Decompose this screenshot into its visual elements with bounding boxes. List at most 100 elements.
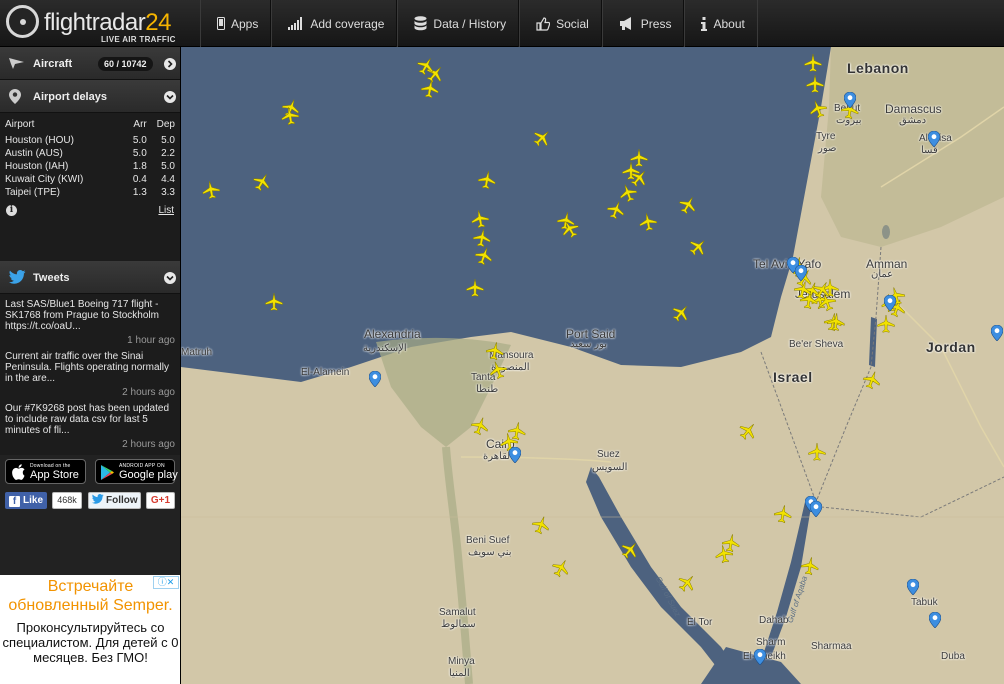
map-place-label: Samalut xyxy=(439,607,476,618)
delay-dep-cell: 5.0 xyxy=(161,135,175,146)
info-icon xyxy=(701,16,708,31)
facebook-like-label: Like xyxy=(23,495,44,506)
airport-marker-icon[interactable] xyxy=(368,370,382,388)
delay-row[interactable]: Taipei (TPE) 1.3 3.3 xyxy=(5,187,175,200)
aircraft-marker-icon[interactable] xyxy=(800,556,821,577)
tweet-item[interactable]: Our #7K9268 post has been updated to inc… xyxy=(5,403,175,450)
social-buttons: f Like 468k Follow G+1 xyxy=(0,492,180,516)
database-icon xyxy=(414,16,427,31)
facebook-like-button[interactable]: f Like xyxy=(5,492,47,509)
aircraft-marker-icon[interactable] xyxy=(804,53,822,72)
aircraft-marker-icon[interactable] xyxy=(806,74,824,93)
google-play-text: Google play xyxy=(119,469,178,481)
aircraft-marker-icon[interactable] xyxy=(877,314,895,333)
nav-data-history[interactable]: Data / History xyxy=(397,0,520,47)
aircraft-marker-icon[interactable] xyxy=(826,312,846,332)
nav-press[interactable]: Press xyxy=(601,0,685,47)
chevron-down-icon[interactable] xyxy=(164,91,176,103)
aircraft-marker-icon[interactable] xyxy=(808,442,826,461)
tweet-text: Current air traffic over the Sinai Penin… xyxy=(5,351,169,384)
nav-add-coverage[interactable]: Add coverage xyxy=(271,0,398,47)
delay-arr-cell: 5.0 xyxy=(132,135,147,146)
aircraft-marker-icon[interactable] xyxy=(773,504,794,525)
map-place-label: Sharmaa xyxy=(811,641,852,652)
aircraft-marker-icon[interactable] xyxy=(265,292,283,311)
aircraft-marker-icon[interactable] xyxy=(201,180,222,201)
aircraft-marker-icon[interactable] xyxy=(470,209,491,230)
aircraft-marker-icon[interactable] xyxy=(420,79,441,100)
flight-map[interactable]: LebanonBeirutبيروتDamascusدمشقAl-Qisaقسا… xyxy=(181,47,1004,684)
delay-airport-cell: Austin (AUS) xyxy=(5,148,63,159)
twitter-bird-icon xyxy=(92,494,104,504)
map-terrain xyxy=(181,47,1004,684)
tweet-text: Our #7K9268 post has been updated to inc… xyxy=(5,403,170,436)
airport-marker-icon[interactable] xyxy=(990,324,1004,342)
aircraft-marker-icon[interactable] xyxy=(638,212,659,233)
aircraft-marker-icon[interactable] xyxy=(477,170,498,191)
tweet-time: 2 hours ago xyxy=(122,387,175,398)
airport-delays-panel-header[interactable]: Airport delays xyxy=(0,80,180,113)
delay-airport-cell: Kuwait City (KWI) xyxy=(5,174,84,185)
aircraft-title: Aircraft xyxy=(33,58,73,70)
tweet-item[interactable]: Last SAS/Blue1 Boeing 717 flight - SK176… xyxy=(5,299,175,346)
delay-airport-cell: Houston (IAH) xyxy=(5,161,69,172)
plane-icon xyxy=(9,58,24,69)
phone-icon xyxy=(217,17,225,30)
airport-marker-icon[interactable] xyxy=(927,130,941,148)
nav-social[interactable]: Social xyxy=(519,0,602,47)
chevron-down-icon[interactable] xyxy=(164,272,176,284)
delay-row[interactable]: Kuwait City (KWI) 0.4 4.4 xyxy=(5,174,175,187)
tweets-panel-header[interactable]: Tweets xyxy=(0,261,180,294)
map-place-label: Dahab xyxy=(759,615,789,626)
signal-bars-icon xyxy=(288,17,303,30)
google-plus-button[interactable]: G+1 xyxy=(146,492,175,509)
delay-row[interactable]: Austin (AUS) 5.0 2.2 xyxy=(5,148,175,161)
google-play-button[interactable]: ANDROID APP ON Google play xyxy=(95,459,178,484)
aircraft-marker-icon[interactable] xyxy=(280,106,301,127)
delays-list-link[interactable]: List xyxy=(158,205,174,216)
delay-arr-cell: 1.8 xyxy=(132,161,147,172)
delay-row[interactable]: Houston (IAH) 1.8 5.0 xyxy=(5,161,175,174)
ad-choices-icon[interactable]: ⓘ✕ xyxy=(153,576,179,589)
tweet-item[interactable]: Current air traffic over the Sinai Penin… xyxy=(5,351,175,398)
nav-apps[interactable]: Apps xyxy=(200,0,272,47)
airport-marker-icon[interactable] xyxy=(843,91,857,109)
map-place-label: بني سويف xyxy=(468,547,512,558)
airport-marker-icon[interactable] xyxy=(928,611,942,629)
logo[interactable]: flightradar24 LIVE AIR TRAFFIC xyxy=(6,5,176,45)
map-place-label: دمشق xyxy=(899,115,927,126)
nav-social-label: Social xyxy=(556,16,589,31)
logo-text: flightradar24 xyxy=(44,9,171,36)
airport-marker-icon[interactable] xyxy=(753,648,767,666)
delay-row[interactable]: Houston (HOU) 5.0 5.0 xyxy=(5,135,175,148)
airport-marker-icon[interactable] xyxy=(508,446,522,464)
delay-arr-cell: 1.3 xyxy=(132,187,147,198)
airport-marker-icon[interactable] xyxy=(794,264,808,282)
tweet-time: 2 hours ago xyxy=(122,439,175,450)
aircraft-marker-icon[interactable] xyxy=(714,544,735,565)
nav-about[interactable]: About xyxy=(684,0,758,47)
map-place-label: Be'er Sheva xyxy=(789,339,844,350)
nav-data-history-label: Data / History xyxy=(433,16,507,31)
airport-marker-icon[interactable] xyxy=(906,578,920,596)
map-place-label: Suez xyxy=(597,449,620,460)
map-place-label: Lebanon xyxy=(847,60,909,76)
delay-airport-cell: Taipei (TPE) xyxy=(5,187,61,198)
aircraft-marker-icon[interactable] xyxy=(622,161,640,180)
map-place-label: Beni Suef xyxy=(466,535,510,546)
chevron-right-icon[interactable] xyxy=(164,58,176,70)
airport-marker-icon[interactable] xyxy=(883,294,897,312)
map-place-label: Matruh xyxy=(181,347,213,358)
ad-body: Проконсультируйтесь со специалистом. Для… xyxy=(2,620,179,665)
delay-dep-cell: 3.3 xyxy=(161,187,175,198)
info-icon[interactable]: i xyxy=(6,205,17,216)
advertisement[interactable]: ⓘ✕ Встречайте обновленный Semper. Прокон… xyxy=(0,575,180,684)
airport-delays-panel: Airport Arr Dep Houston (HOU) 5.0 5.0 Austi… xyxy=(0,113,180,261)
aircraft-marker-icon[interactable] xyxy=(466,278,484,297)
airport-marker-icon[interactable] xyxy=(809,500,823,518)
map-place-label: السويس xyxy=(592,462,628,473)
map-place-label: الإسكندرية xyxy=(363,343,407,354)
twitter-follow-button[interactable]: Follow xyxy=(88,492,141,509)
aircraft-panel-header[interactable]: Aircraft 60 / 10742 xyxy=(0,47,180,80)
app-store-button[interactable]: Download on the App Store xyxy=(5,459,86,484)
